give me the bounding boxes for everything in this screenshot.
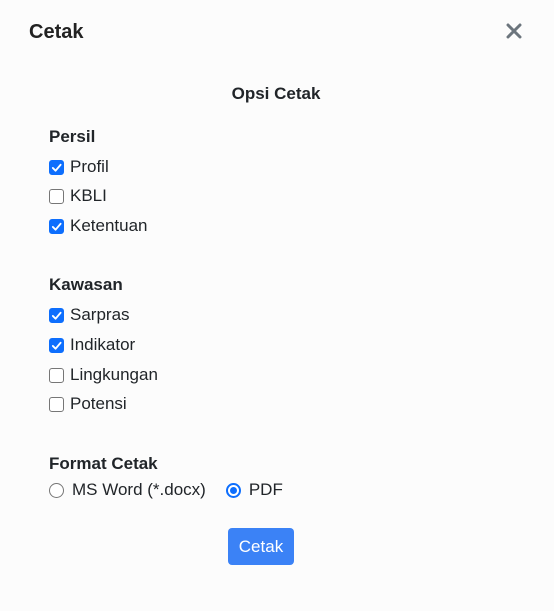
- checkbox-indikator-box[interactable]: [49, 337, 64, 353]
- check-icon: [51, 311, 62, 320]
- checkbox-potensi[interactable]: Potensi: [49, 394, 127, 414]
- checkbox-profil-label: Profil: [70, 157, 109, 176]
- radio-msword-dot[interactable]: [49, 482, 64, 498]
- check-icon: [51, 222, 62, 231]
- checkbox-ketentuan-box[interactable]: [49, 218, 64, 234]
- dialog-title: Cetak: [29, 21, 84, 43]
- checkbox-potensi-label: Potensi: [70, 394, 127, 413]
- radio-msword-label: MS Word (*.docx): [72, 480, 206, 499]
- format-radio-group: MS Word (*.docx) PDF: [49, 480, 283, 500]
- format-title: Format Cetak: [49, 454, 158, 473]
- options-heading: Opsi Cetak: [231, 84, 321, 103]
- checkbox-ketentuan-label: Ketentuan: [70, 216, 148, 235]
- checkbox-ketentuan[interactable]: Ketentuan: [49, 216, 148, 236]
- checkbox-sarpras[interactable]: Sarpras: [49, 305, 130, 325]
- radio-pdf-dot[interactable]: [225, 482, 241, 498]
- close-icon: [506, 23, 522, 39]
- persil-title: Persil: [49, 127, 96, 146]
- radio-pdf[interactable]: PDF: [225, 480, 283, 500]
- checkbox-potensi-box[interactable]: [49, 396, 64, 412]
- checkbox-sarpras-box[interactable]: [49, 307, 64, 323]
- checkbox-sarpras-label: Sarpras: [70, 305, 130, 324]
- check-icon: [51, 341, 62, 350]
- checkbox-kbli-box[interactable]: [49, 188, 64, 204]
- checkbox-profil[interactable]: Profil: [49, 157, 109, 177]
- print-submit-button[interactable]: Cetak: [228, 528, 294, 565]
- checkbox-indikator[interactable]: Indikator: [49, 335, 135, 355]
- checkbox-kbli[interactable]: KBLI: [49, 186, 107, 206]
- check-icon: [51, 163, 62, 172]
- checkbox-lingkungan-box[interactable]: [49, 367, 64, 383]
- kawasan-title: Kawasan: [49, 275, 123, 294]
- radio-msword[interactable]: MS Word (*.docx): [49, 480, 206, 500]
- checkbox-lingkungan[interactable]: Lingkungan: [49, 365, 158, 385]
- radio-pdf-label: PDF: [248, 480, 283, 499]
- checkbox-indikator-label: Indikator: [70, 335, 136, 354]
- close-button[interactable]: [504, 20, 524, 42]
- checkbox-profil-box[interactable]: [49, 159, 64, 175]
- checkbox-lingkungan-label: Lingkungan: [70, 365, 158, 384]
- checkbox-kbli-label: KBLI: [70, 186, 107, 205]
- print-dialog: Cetak Opsi Cetak Persil Profil KBLI Kete…: [0, 0, 554, 611]
